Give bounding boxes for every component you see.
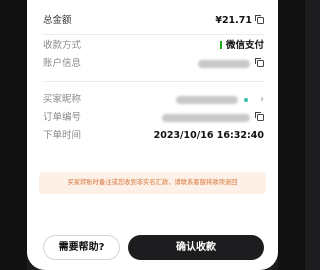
wechat-pay-icon xyxy=(219,41,222,49)
payment-method-row: 收款方式 微信支付 xyxy=(43,38,264,54)
account-info-row: 账户信息 xyxy=(43,56,264,72)
buyer-nickname-label: 买家昵称 xyxy=(43,94,82,105)
account-info-redacted xyxy=(198,60,250,68)
order-number-redacted xyxy=(162,114,250,122)
divider xyxy=(43,81,264,82)
order-time-row: 下单时间 2023/10/16 16:32:40 xyxy=(43,128,264,144)
buyer-nickname-row[interactable]: 买家昵称 › xyxy=(43,92,264,108)
payment-method-text: 微信支付 xyxy=(225,40,264,51)
phone-frame: 总金额 ¥21.71 收款方式 微信支付 账户信息 买家昵称 › 订单编号 下单… xyxy=(0,0,305,270)
payment-method-label: 收款方式 xyxy=(43,40,82,51)
copy-icon[interactable] xyxy=(255,58,264,67)
divider xyxy=(43,34,264,35)
total-amount-value: ¥21.71 xyxy=(215,15,252,26)
copy-icon[interactable] xyxy=(255,112,264,121)
chevron-right-icon[interactable]: › xyxy=(260,92,264,108)
copy-icon[interactable] xyxy=(255,15,264,24)
account-info-label: 账户信息 xyxy=(43,58,82,69)
order-time-label: 下单时间 xyxy=(43,130,82,141)
left-bezel xyxy=(0,0,27,270)
order-number-label: 订单编号 xyxy=(43,112,82,123)
order-time-value: 2023/10/16 16:32:40 xyxy=(153,130,264,141)
online-status-icon xyxy=(244,98,248,102)
total-amount-label: 总金额 xyxy=(43,15,72,26)
order-number-row: 订单编号 xyxy=(43,110,264,126)
help-button[interactable]: 需要帮助? xyxy=(43,235,120,260)
refund-notice: 买家转账时备注或您收到非实名汇款，请联系客服将款项退回 xyxy=(39,172,266,194)
buyer-nickname-redacted xyxy=(176,96,238,104)
total-amount-row: 总金额 ¥21.71 xyxy=(43,13,264,29)
right-bezel xyxy=(278,0,305,270)
confirm-receipt-button[interactable]: 确认收款 xyxy=(128,235,264,260)
payment-method-value: 微信支付 xyxy=(219,38,264,54)
order-detail-screen: 总金额 ¥21.71 收款方式 微信支付 账户信息 买家昵称 › 订单编号 下单… xyxy=(27,0,278,270)
